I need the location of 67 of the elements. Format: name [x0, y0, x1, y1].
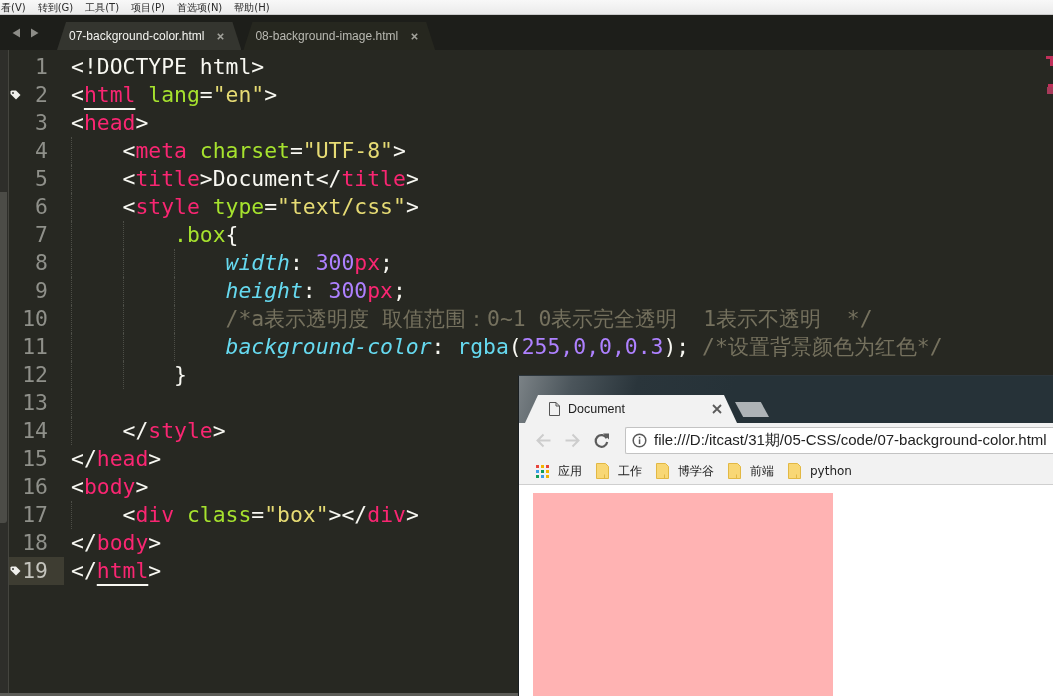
code-line: height: 300px;: [225, 277, 406, 305]
line-number: 12: [22, 361, 48, 389]
code-line: </head>: [71, 445, 162, 473]
close-icon[interactable]: [411, 32, 419, 40]
line-number: 18: [22, 529, 48, 557]
apps-grid-icon: [536, 464, 549, 478]
folder-icon: [728, 463, 741, 479]
code-line: </html>: [71, 557, 162, 585]
close-icon[interactable]: [217, 32, 225, 40]
info-icon[interactable]: [632, 433, 647, 448]
line-number: 15: [22, 445, 48, 473]
line-number: 8: [35, 249, 48, 277]
scrollbar-thumb[interactable]: [0, 192, 7, 523]
code-line: <div class="box"></div>: [122, 501, 419, 529]
menu-item[interactable]: 项目(P): [131, 0, 165, 14]
browser-tab[interactable]: Document: [525, 395, 737, 423]
line-number: 11: [22, 333, 48, 361]
line-number: 3: [35, 109, 48, 137]
line-number: 13: [22, 389, 48, 417]
code-line: /*a表示透明度 取值范围：0~1 0表示完全透明 1表示不透明 */: [225, 305, 873, 333]
line-number: 14: [22, 417, 48, 445]
line-number: 6: [35, 193, 48, 221]
folder-icon: [788, 463, 801, 479]
code-line: <style type="text/css">: [122, 193, 419, 221]
menu-item[interactable]: 工具(T): [85, 0, 120, 14]
menu-item[interactable]: 帮助(H): [234, 0, 270, 14]
line-number: 4: [35, 137, 48, 165]
code-line: width: 300px;: [225, 249, 393, 277]
address-field[interactable]: file:///D:/itcast/31期/05-CSS/code/07-background-color.html: [625, 427, 1053, 454]
code-line: background-color: rgba(255,0,0,0.3); /*设置背景颜色为红色*/: [225, 333, 943, 361]
menu-item[interactable]: 看(V): [1, 0, 26, 14]
code-line: </style>: [122, 417, 226, 445]
line-number: 17: [22, 501, 48, 529]
editor-tab[interactable]: 08-background-image.html: [243, 22, 436, 50]
bookmark-item[interactable]: 博学谷: [656, 462, 714, 480]
line-number: 1: [35, 53, 48, 81]
folder-icon: [596, 463, 609, 479]
code-line: <html lang="en">: [71, 81, 278, 109]
tab-left-arrow-icon[interactable]: [12, 27, 21, 38]
code-line: }: [174, 361, 187, 389]
new-tab-button[interactable]: [735, 402, 769, 417]
code-line: <!DOCTYPE html>: [71, 53, 265, 81]
bookmark-item[interactable]: 工作: [596, 462, 642, 480]
bookmark-item[interactable]: python: [788, 463, 852, 479]
line-number: 9: [35, 277, 48, 305]
line-number: 7: [35, 221, 48, 249]
bookmark-item[interactable]: 前端: [728, 462, 774, 480]
code-line: <body>: [71, 473, 149, 501]
menu-item[interactable]: 转到(G): [37, 0, 74, 14]
line-number: 16: [22, 473, 48, 501]
close-icon[interactable]: [712, 404, 722, 414]
reload-icon[interactable]: [593, 432, 610, 449]
line-number: 10: [22, 305, 48, 333]
tab-right-arrow-icon[interactable]: [30, 27, 39, 38]
page-icon: [549, 402, 560, 416]
line-number: 19: [22, 557, 48, 585]
line-number: 2: [35, 81, 48, 109]
code-line: <meta charset="UTF-8">: [122, 137, 406, 165]
bookmark-item[interactable]: 应用: [536, 462, 582, 480]
folder-icon: [656, 463, 669, 479]
code-line: <head>: [71, 109, 149, 137]
code-line: </body>: [71, 529, 162, 557]
code-line: <title>Document</title>: [122, 165, 419, 193]
menu-item[interactable]: 首选项(N): [177, 0, 223, 14]
code-line: .box{: [174, 221, 239, 249]
line-number: 5: [35, 165, 48, 193]
editor-tab[interactable]: 07-background-color.html: [57, 22, 242, 50]
